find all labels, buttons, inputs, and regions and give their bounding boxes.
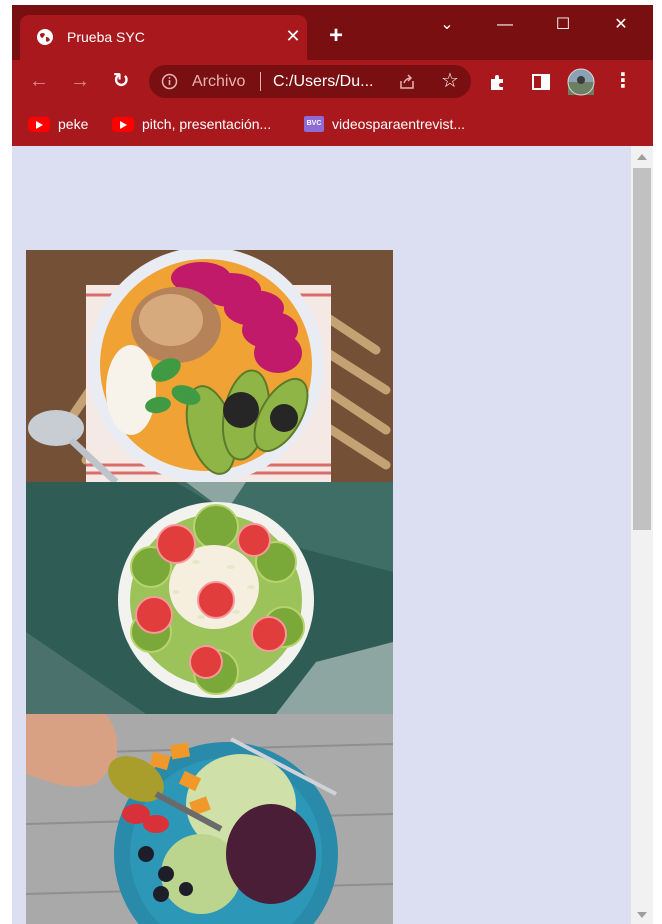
- tab-title: Prueba SYC: [67, 29, 145, 45]
- bookmarks-bar: peke pitch, presentación... BVC videospa…: [12, 103, 653, 146]
- profile-avatar[interactable]: [567, 68, 595, 96]
- address-bar[interactable]: Archivo C:/Users/Du... ☆: [149, 65, 471, 98]
- scrollbar-thumb[interactable]: [633, 168, 651, 530]
- tab-prueba-syc[interactable]: Prueba SYC ✕: [20, 15, 307, 60]
- tab-close-icon[interactable]: ✕: [282, 25, 304, 47]
- forward-button[interactable]: →: [67, 68, 93, 94]
- desktop-edge: [0, 0, 12, 924]
- share-icon[interactable]: [397, 72, 417, 92]
- reload-button[interactable]: ↻: [108, 68, 134, 94]
- info-icon[interactable]: [161, 73, 178, 90]
- globe-icon: [37, 29, 53, 45]
- bookmark-peke[interactable]: peke: [28, 113, 88, 135]
- browser-toolbar: ← → ↻ Archivo C:/Users/Du... ☆ ⋮: [12, 60, 653, 103]
- youtube-icon: [28, 116, 50, 132]
- scroll-up-arrow-icon[interactable]: [637, 154, 647, 160]
- scroll-down-arrow-icon[interactable]: [637, 912, 647, 918]
- page-content: [12, 146, 631, 924]
- dragon-fruit-bowl-image: [26, 250, 393, 482]
- new-tab-button[interactable]: +: [325, 24, 347, 48]
- tab-strip: Prueba SYC ✕ + ⌄ — ☐ ✕: [12, 5, 653, 60]
- url-text[interactable]: C:/Users/Du...: [273, 73, 373, 91]
- maximize-button[interactable]: ☐: [548, 15, 578, 35]
- close-window-button[interactable]: ✕: [606, 15, 636, 35]
- bookmark-star-icon[interactable]: ☆: [439, 69, 461, 93]
- bookmark-pitch[interactable]: pitch, presentación...: [112, 113, 271, 135]
- scheme-label: Archivo: [192, 73, 246, 90]
- salad-plate-image: [26, 714, 393, 924]
- vertical-scrollbar[interactable]: [631, 146, 653, 924]
- menu-button[interactable]: ⋮: [610, 68, 636, 94]
- extensions-icon[interactable]: [488, 72, 508, 92]
- back-button[interactable]: ←: [26, 68, 52, 94]
- video-icon: BVC: [304, 116, 324, 132]
- youtube-icon: [112, 116, 134, 132]
- tab-search-icon[interactable]: ⌄: [432, 15, 462, 35]
- side-panel-icon[interactable]: [531, 72, 551, 92]
- bookmark-videos[interactable]: BVC videosparaentrevist...: [304, 113, 465, 135]
- kiwi-strawberry-bowl-image: [26, 482, 393, 714]
- omnibox-separator: [260, 72, 261, 91]
- minimize-button[interactable]: —: [490, 15, 520, 35]
- browser-window: Prueba SYC ✕ + ⌄ — ☐ ✕ ← → ↻ Archivo C:/…: [12, 5, 653, 924]
